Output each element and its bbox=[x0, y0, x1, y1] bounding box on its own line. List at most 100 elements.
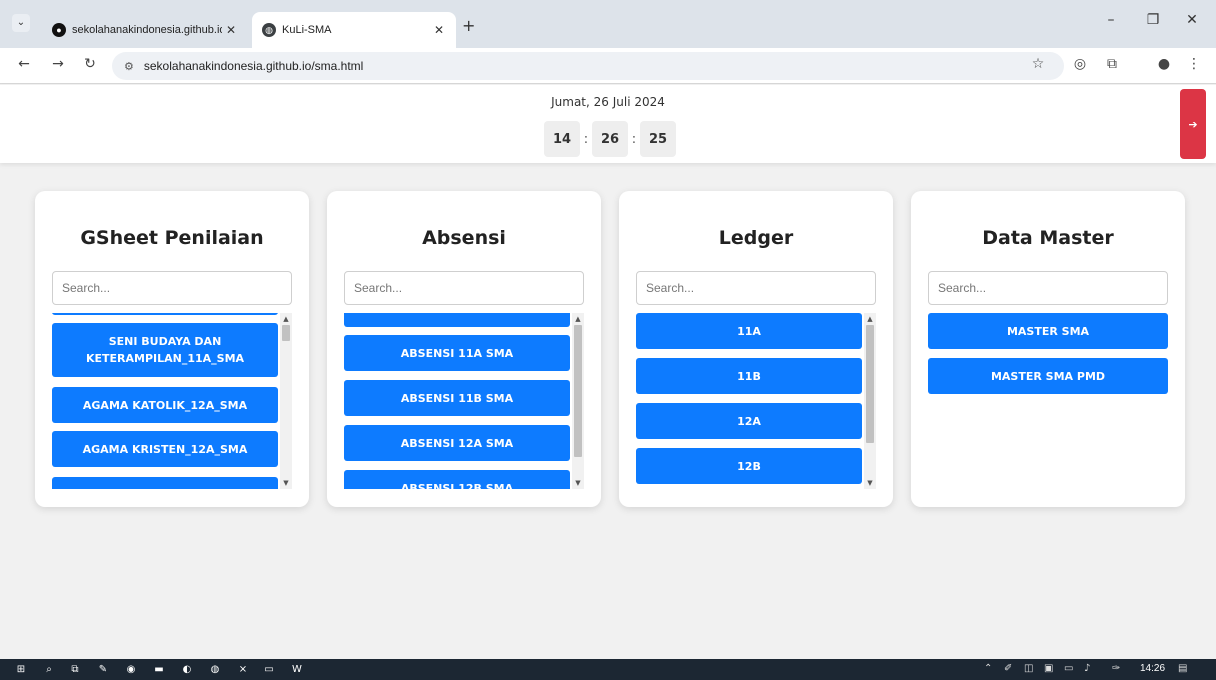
date-label: Jumat, 26 Juli 2024 bbox=[551, 95, 665, 109]
browser-tab-bar: ⌄ ● sekolahanakindonesia.github.io ✕ ◍ K… bbox=[0, 0, 1216, 48]
clock: 14 : 26 : 25 bbox=[544, 121, 676, 157]
tray-app-icon[interactable]: ◫ bbox=[1024, 663, 1033, 674]
clock-hours: 14 bbox=[544, 121, 580, 157]
new-tab-button[interactable]: + bbox=[462, 16, 475, 35]
list-item-button[interactable]: AGAMA KATOLIK_12A_SMA bbox=[52, 387, 278, 423]
list-item-button[interactable]: MASTER SMA PMD bbox=[928, 358, 1168, 394]
scroll-thumb[interactable] bbox=[574, 325, 582, 457]
scrollbar[interactable]: ▲ ▼ bbox=[572, 313, 584, 489]
page-header: Jumat, 26 Juli 2024 14 : 26 : 25 ➔ bbox=[0, 85, 1216, 163]
tab-title: KuLi-SMA bbox=[282, 24, 332, 36]
taskbar: ⊞ ⌕ ⧉ ✎ ◉ ▬ ◐ ◍ ⨯ ▭ W ⌃ ✐ ◫ ▣ ▭ ♪ ✑ 14:2… bbox=[0, 659, 1216, 680]
list-item-button[interactable]: ABSENSI 11A SMA bbox=[344, 335, 570, 371]
menu-icon[interactable]: ⋮ bbox=[1184, 56, 1204, 72]
page: Jumat, 26 Juli 2024 14 : 26 : 25 ➔ GShee… bbox=[0, 85, 1216, 659]
scroll-up-icon[interactable]: ▲ bbox=[864, 313, 876, 325]
search-input[interactable] bbox=[52, 271, 292, 305]
restore-icon[interactable]: ❐ bbox=[1138, 12, 1168, 28]
search-input[interactable] bbox=[928, 271, 1168, 305]
chrome-app-icon[interactable]: ◉ bbox=[124, 663, 138, 676]
taskbar-time[interactable]: 14:26 bbox=[1140, 663, 1165, 674]
clock-seconds: 25 bbox=[640, 121, 676, 157]
profile-icon[interactable]: ● bbox=[1154, 56, 1174, 72]
translate-icon[interactable]: ◎ bbox=[1070, 56, 1090, 72]
card-data-master: Data Master MASTER SMA MASTER SMA PMD bbox=[911, 191, 1185, 507]
tab-close-icon[interactable]: ✕ bbox=[222, 23, 240, 37]
scrollbar[interactable]: ▲ ▼ bbox=[280, 313, 292, 489]
url-text: sekolahanakindonesia.github.io/sma.html bbox=[143, 59, 364, 73]
edge-icon[interactable]: ◐ bbox=[180, 663, 194, 676]
tab-search-button[interactable]: ⌄ bbox=[12, 14, 30, 32]
tray-expand-icon[interactable]: ⌃ bbox=[984, 663, 992, 674]
sign-out-icon: ➔ bbox=[1188, 117, 1198, 131]
list-item-button[interactable]: SENI BUDAYA DAN KETERAMPILAN_11A_SMA bbox=[52, 323, 278, 377]
list-item-button[interactable]: ABSENSI 12B SMA bbox=[344, 470, 570, 489]
battery-icon[interactable]: ▭ bbox=[1064, 663, 1073, 674]
task-view-icon[interactable]: ⧉ bbox=[68, 663, 82, 676]
scrollbar[interactable]: ▲ ▼ bbox=[864, 313, 876, 489]
list-item-button[interactable]: ABSENSI 12A SMA bbox=[344, 425, 570, 461]
item-list[interactable]: SENI BUDAYA DAN KETERAMPILAN_11A_SMA AGA… bbox=[52, 313, 292, 489]
word-icon[interactable]: W bbox=[290, 663, 304, 676]
extensions-icon[interactable]: ⧉ bbox=[1102, 56, 1122, 72]
card-gsheet-penilaian: GSheet Penilaian SENI BUDAYA DAN KETERAM… bbox=[35, 191, 309, 507]
tab-kuli-sma[interactable]: ◍ KuLi-SMA ✕ bbox=[252, 12, 456, 48]
card-title: Data Master bbox=[982, 227, 1114, 249]
scroll-down-icon[interactable]: ▼ bbox=[280, 477, 292, 489]
list-item-button[interactable]: ABSENSI 10A SMA bbox=[344, 313, 570, 327]
search-input[interactable] bbox=[344, 271, 584, 305]
search-input[interactable] bbox=[636, 271, 876, 305]
notification-app-icon[interactable]: ▣ bbox=[1044, 663, 1053, 674]
url-field[interactable]: ⚙ sekolahanakindonesia.github.io/sma.htm… bbox=[112, 52, 1064, 80]
logout-button[interactable]: ➔ bbox=[1180, 89, 1206, 159]
github-icon: ● bbox=[52, 23, 66, 37]
card-title: GSheet Penilaian bbox=[80, 227, 264, 249]
list-item-button[interactable]: ABSENSI 11B SMA bbox=[344, 380, 570, 416]
clock-separator: : bbox=[583, 131, 589, 147]
scroll-up-icon[interactable]: ▲ bbox=[280, 313, 292, 325]
search-icon[interactable]: ⌕ bbox=[42, 663, 56, 676]
list-item-button[interactable]: 12B bbox=[636, 448, 862, 484]
back-icon[interactable]: ← bbox=[14, 56, 34, 72]
reload-icon[interactable]: ↻ bbox=[80, 56, 100, 72]
close-window-icon[interactable]: ✕ bbox=[1177, 12, 1207, 28]
list-item-button[interactable]: AGAMA KRISTEN_12A_SMA bbox=[52, 431, 278, 467]
list-item-button[interactable]: 12A bbox=[636, 403, 862, 439]
list-item-button[interactable]: MASTER SMA bbox=[928, 313, 1168, 349]
scroll-up-icon[interactable]: ▲ bbox=[572, 313, 584, 325]
notepad-icon[interactable]: ✎ bbox=[96, 663, 110, 676]
card-title: Ledger bbox=[718, 227, 794, 249]
notifications-icon[interactable]: ▤ bbox=[1178, 663, 1187, 674]
scroll-down-icon[interactable]: ▼ bbox=[864, 477, 876, 489]
clock-separator: : bbox=[631, 131, 637, 147]
list-item-button[interactable]: 11B bbox=[636, 358, 862, 394]
scroll-thumb[interactable] bbox=[866, 325, 874, 443]
card-absensi: Absensi ABSENSI 10A SMA ABSENSI 11A SMA … bbox=[327, 191, 601, 507]
file-explorer-icon[interactable]: ▬ bbox=[152, 663, 166, 676]
browser-active-icon[interactable]: ◍ bbox=[208, 663, 222, 676]
list-item-button[interactable] bbox=[52, 313, 278, 315]
forward-icon[interactable]: → bbox=[48, 56, 68, 72]
tab-close-icon[interactable]: ✕ bbox=[430, 23, 448, 37]
windows-start-icon[interactable]: ⊞ bbox=[14, 663, 28, 676]
scroll-down-icon[interactable]: ▼ bbox=[572, 477, 584, 489]
list-item-button[interactable] bbox=[52, 477, 278, 489]
vscode-icon[interactable]: ⨯ bbox=[236, 663, 250, 676]
pen-icon[interactable]: ✐ bbox=[1004, 663, 1012, 674]
address-bar: ← → ↻ ⚙ sekolahanakindonesia.github.io/s… bbox=[0, 48, 1216, 84]
card-title: Absensi bbox=[422, 227, 506, 249]
volume-icon[interactable]: ♪ bbox=[1084, 663, 1090, 674]
item-list[interactable]: 11A 11B 12A 12B ▲ ▼ bbox=[636, 313, 876, 489]
bookmark-star-icon[interactable]: ☆ bbox=[1028, 56, 1048, 72]
pen-menu-icon[interactable]: ✑ bbox=[1112, 663, 1120, 674]
terminal-icon[interactable]: ▭ bbox=[262, 663, 276, 676]
minimize-icon[interactable]: – bbox=[1096, 12, 1126, 28]
site-info-icon[interactable]: ⚙ bbox=[124, 60, 134, 73]
item-list[interactable]: ABSENSI 10A SMA ABSENSI 11A SMA ABSENSI … bbox=[344, 313, 584, 489]
card-ledger: Ledger 11A 11B 12A 12B ▲ ▼ bbox=[619, 191, 893, 507]
tab-title: sekolahanakindonesia.github.io bbox=[72, 24, 222, 36]
scroll-thumb[interactable] bbox=[282, 325, 290, 341]
tab-github[interactable]: ● sekolahanakindonesia.github.io ✕ bbox=[40, 12, 248, 48]
globe-icon: ◍ bbox=[262, 23, 276, 37]
list-item-button[interactable]: 11A bbox=[636, 313, 862, 349]
